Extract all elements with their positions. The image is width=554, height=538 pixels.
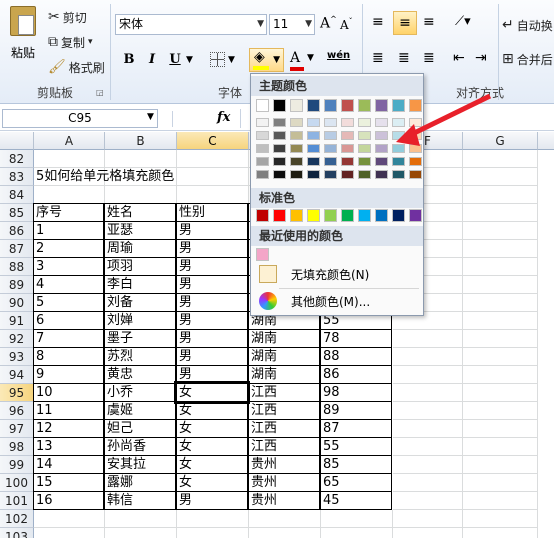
annotation-arrow xyxy=(396,93,492,146)
active-cell[interactable]: 女 xyxy=(174,381,250,404)
